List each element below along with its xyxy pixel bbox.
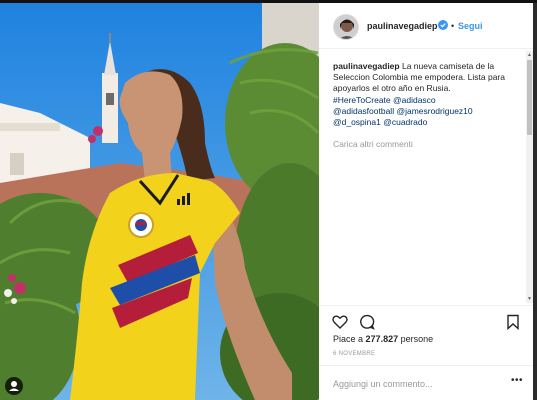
scrollbar-thumb[interactable] [527, 60, 532, 135]
likes-suffix: persone [400, 334, 434, 344]
likes-count[interactable]: 277.827 [366, 334, 399, 344]
comment-input[interactable] [333, 377, 503, 391]
caption-tags-2[interactable]: @adidasfootball @jamesrodriguez10 [333, 106, 473, 116]
bookmark-icon[interactable] [505, 314, 521, 330]
scroll-up-icon[interactable]: ▲ [527, 52, 532, 58]
more-options-button[interactable]: ••• [511, 375, 523, 386]
separator-dot: • [451, 21, 455, 31]
follow-button[interactable]: Segui [458, 21, 483, 31]
comment-box: ••• [319, 365, 533, 400]
load-more-comments-link[interactable]: Carica altri commenti [333, 139, 413, 149]
post-photo[interactable] [0, 3, 319, 400]
caption-tags-3[interactable]: @d_ospina1 @cuadrado [333, 117, 427, 127]
photo-illustration [0, 3, 319, 400]
post-actions [319, 305, 533, 333]
verified-badge-icon [438, 20, 448, 30]
caption-username[interactable]: paulinavegadiep [333, 61, 400, 71]
heart-icon[interactable] [332, 314, 348, 330]
avatar[interactable] [333, 14, 359, 40]
post-header: paulinavegadiep • Segui [319, 3, 533, 49]
scroll-down-icon[interactable]: ▼ [527, 296, 532, 302]
comment-icon[interactable] [359, 314, 375, 330]
page-gutter [533, 3, 537, 400]
post-caption: paulinavegadiep La nueva camiseta de la … [333, 61, 523, 128]
user-tag-icon[interactable] [5, 377, 23, 395]
caption-tags-1[interactable]: #HereToCreate @adidasco [333, 95, 436, 105]
post-date: 6 NOVEMBRE [333, 351, 376, 357]
post-sidebar: paulinavegadiep • Segui paulinavegadiep … [319, 3, 533, 400]
post-username[interactable]: paulinavegadiep [367, 21, 438, 31]
likes-prefix: Piace a [333, 334, 364, 344]
comments-scrollbar[interactable]: ▲ ▼ [526, 51, 533, 303]
likes-summary: Piace a 277.827 persone [333, 334, 433, 344]
